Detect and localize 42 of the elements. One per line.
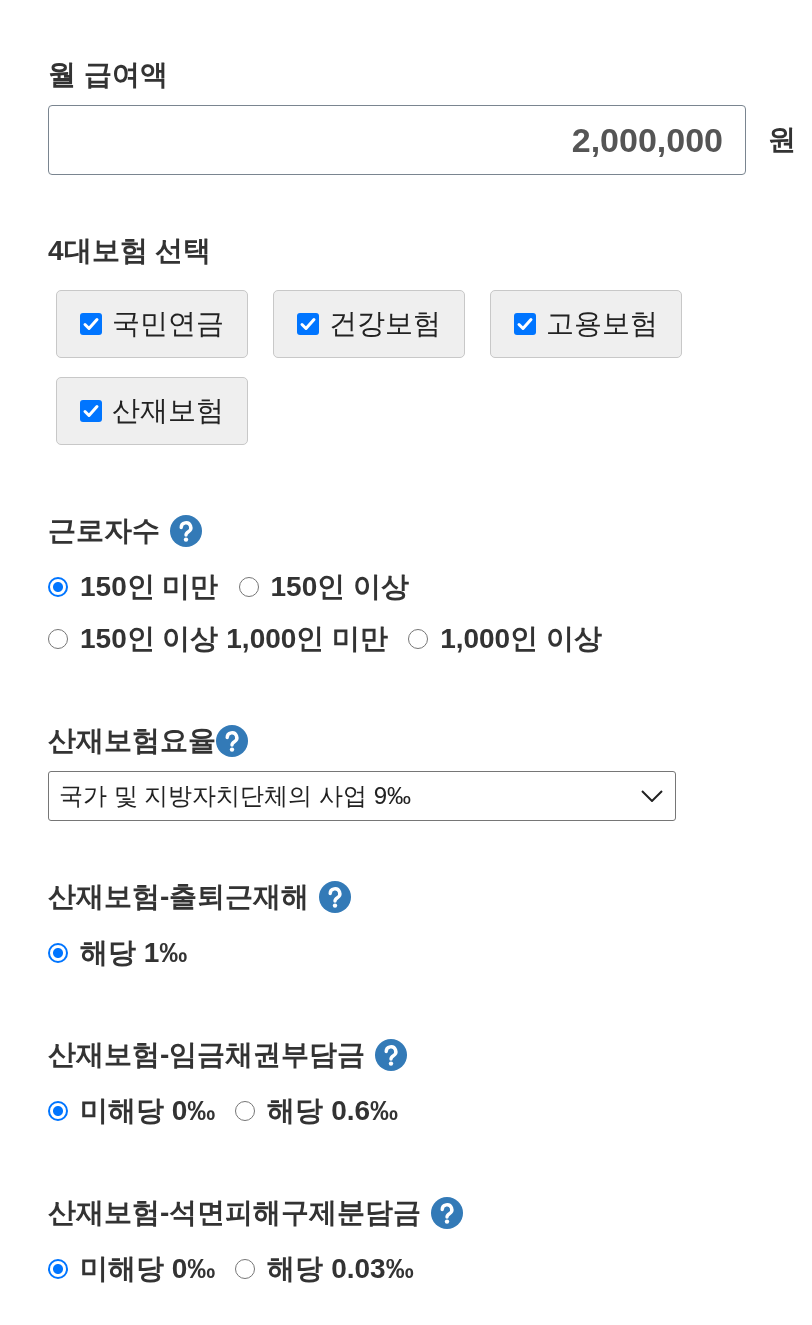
radio-button[interactable] [235, 1259, 256, 1279]
checkbox[interactable] [80, 400, 102, 422]
radio-option[interactable]: 미해당 0‰ [48, 1243, 216, 1295]
radio-button[interactable] [48, 1259, 68, 1279]
radio-option[interactable]: 150인 이상 1,000인 미만 [48, 613, 389, 665]
rate-select[interactable]: 국가 및 지방자치단체의 사업 9‰ [48, 771, 676, 821]
help-icon[interactable] [216, 725, 248, 757]
radio-button[interactable] [48, 943, 68, 963]
radio-button[interactable] [48, 629, 68, 649]
insurance-toggle[interactable]: 국민연금 [56, 290, 248, 358]
checkbox[interactable] [297, 313, 319, 335]
radio-option[interactable]: 해당 0.03‰ [235, 1243, 414, 1295]
radio-button[interactable] [238, 577, 259, 597]
radio-button[interactable] [235, 1101, 256, 1121]
chevron-down-icon [641, 790, 663, 802]
radio-button[interactable] [48, 1101, 68, 1121]
section-label: 월 급여액 [48, 58, 168, 92]
help-icon[interactable] [319, 881, 352, 913]
section-label: 산재보험요율 [48, 724, 216, 758]
section-label: 산재보험-임금채권부담금 [48, 1038, 366, 1072]
radio-button[interactable] [48, 577, 68, 597]
section-label: 산재보험-석면피해구제분담금 [48, 1196, 422, 1230]
unit-label: 원 [768, 123, 796, 157]
section-label: 4대보험 선택 [48, 234, 212, 268]
radio-button[interactable] [408, 629, 429, 649]
radio-option[interactable]: 미해당 0‰ [48, 1085, 216, 1137]
help-icon[interactable] [375, 1039, 408, 1071]
section-label: 산재보험-출퇴근재해 [48, 880, 310, 914]
radio-option[interactable]: 150인 이상 [238, 561, 409, 613]
section-label: 근로자수 [48, 514, 160, 548]
insurance-toggle[interactable]: 산재보험 [56, 377, 248, 445]
insurance-toggle[interactable]: 건강보험 [273, 290, 465, 358]
insurance-toggle[interactable]: 고용보험 [490, 290, 682, 358]
radio-option[interactable]: 150인 미만 [48, 561, 219, 613]
radio-option[interactable]: 1,000인 이상 [408, 613, 602, 665]
radio-option[interactable]: 해당 0.6‰ [235, 1085, 399, 1137]
help-icon[interactable] [170, 515, 202, 547]
help-icon[interactable] [431, 1197, 464, 1229]
salary-input[interactable]: 2,000,000 [48, 105, 746, 175]
checkbox[interactable] [514, 313, 536, 335]
checkbox[interactable] [80, 313, 102, 335]
radio-option[interactable]: 해당 1‰ [48, 927, 188, 979]
